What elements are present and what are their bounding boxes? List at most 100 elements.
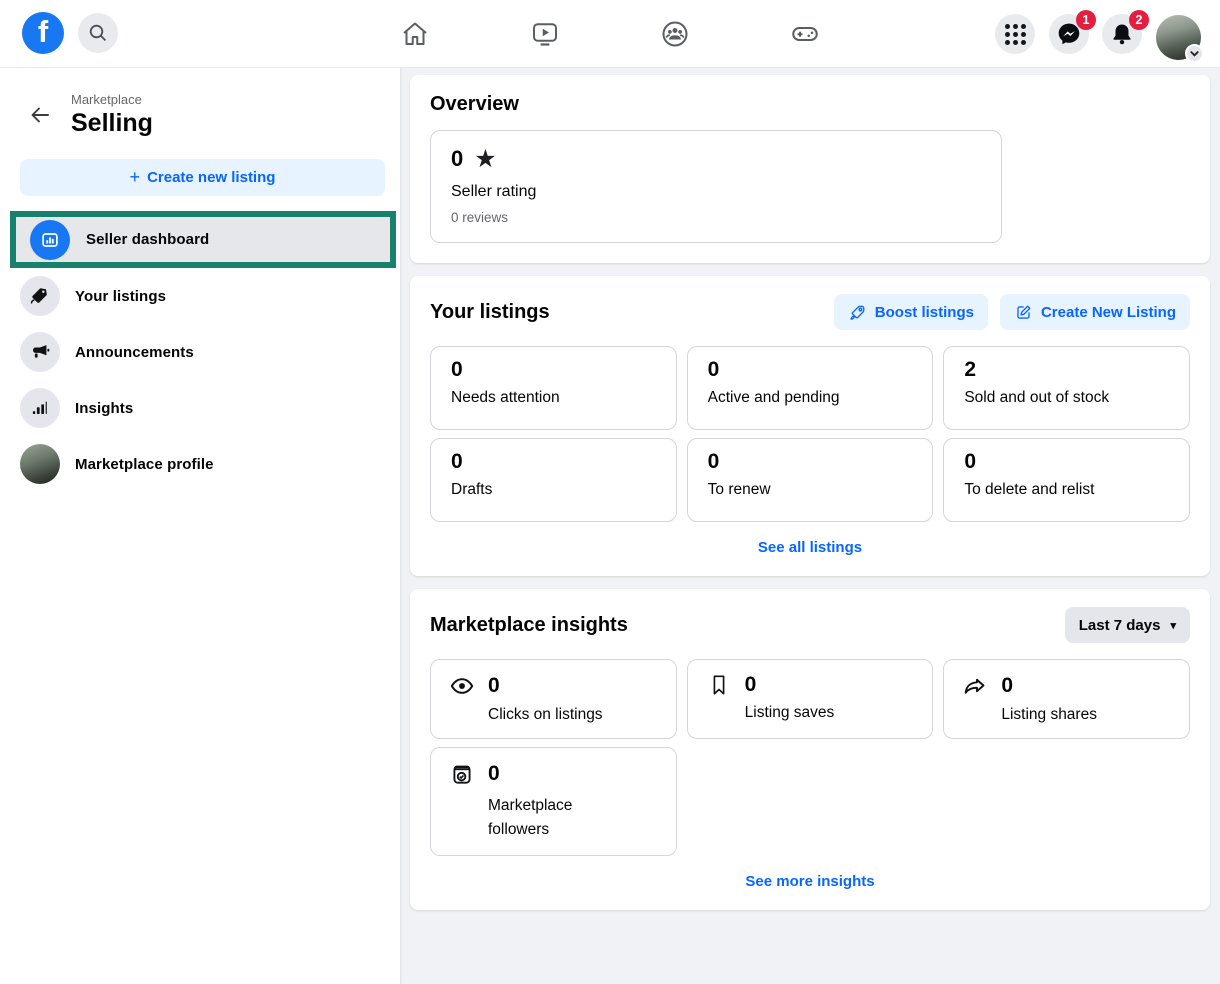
stat-value: 0 [708,450,917,474]
sidebar-item-insights[interactable]: Insights [0,380,400,436]
stat-label: Listing shares [1001,706,1175,724]
breadcrumb: Marketplace [71,92,153,107]
insight-card-clicks[interactable]: 0 Clicks on listings [430,659,677,739]
home-icon [400,19,430,49]
your-listings-title: Your listings [430,301,550,324]
notifications-badge: 2 [1129,10,1149,30]
stat-label: Drafts [451,481,660,499]
create-new-listing-label: Create new listing [147,169,275,186]
compose-icon [1014,303,1033,322]
sidebar-item-label: Your listings [75,288,166,305]
groups-icon [660,19,690,49]
stat-value: 0 [451,358,660,382]
back-button[interactable] [26,101,54,129]
chevron-down-icon [1185,44,1204,63]
stat-card-drafts[interactable]: 0 Drafts [430,438,677,522]
main-content: Overview 0 ★ Seller rating 0 reviews You… [400,68,1220,984]
seller-rating-value: 0 [451,146,463,172]
seller-rating-label: Seller rating [451,183,981,201]
stat-card-needs-attention[interactable]: 0 Needs attention [430,346,677,430]
stat-label: Listing saves [745,704,919,722]
see-all-listings-link[interactable]: See all listings [430,539,1190,556]
sidebar-menu: Seller dashboard Your listings [0,211,400,492]
apps-menu-button[interactable] [995,14,1035,54]
search-icon [87,22,109,44]
rocket-icon [848,303,867,322]
apps-grid-icon [1005,24,1026,45]
boost-listings-label: Boost listings [875,304,974,321]
create-new-listing-button[interactable]: Create New Listing [1000,294,1190,330]
stat-value: 0 [745,673,757,697]
eye-icon [449,673,475,699]
reviews-count: 0 reviews [451,210,981,225]
page-title: Selling [71,109,153,138]
stat-value: 0 [451,450,660,474]
stat-label: Needs attention [451,389,660,407]
plus-icon: + [130,167,141,188]
create-new-listing-sidebar-button[interactable]: + Create new listing [20,159,385,196]
stat-card-to-renew[interactable]: 0 To renew [687,438,934,522]
tab-watch[interactable] [529,18,561,50]
date-range-label: Last 7 days [1079,617,1161,634]
overview-title: Overview [430,93,1190,116]
messenger-button[interactable]: 1 [1049,14,1089,54]
seller-dashboard-icon [30,220,70,260]
sidebar-item-label: Announcements [75,344,194,361]
stat-value: 0 [964,450,1173,474]
notifications-button[interactable]: 2 [1102,14,1142,54]
sidebar-item-your-listings[interactable]: Your listings [0,268,400,324]
insight-card-saves[interactable]: 0 Listing saves [687,659,934,739]
date-range-dropdown[interactable]: Last 7 days ▾ [1065,607,1190,643]
account-avatar[interactable] [1156,15,1201,60]
profile-avatar [20,444,60,484]
back-arrow-icon [28,103,52,127]
stat-value: 2 [964,358,1173,382]
stat-label: Sold and out of stock [964,389,1173,407]
marketplace-sidebar: Marketplace Selling + Create new listing [0,68,400,984]
seller-rating-card[interactable]: 0 ★ Seller rating 0 reviews [430,130,1002,243]
stat-value: 0 [488,674,500,698]
sidebar-header: Marketplace Selling [0,68,400,138]
sidebar-item-announcements[interactable]: Announcements [0,324,400,380]
facebook-marketplace-selling-page: f [0,0,1220,984]
stat-label: Marketplace followers [488,794,606,842]
overview-panel: Overview 0 ★ Seller rating 0 reviews [410,75,1210,263]
your-listings-panel: Your listings Boost listings [410,276,1210,576]
sidebar-item-seller-dashboard[interactable]: Seller dashboard [16,217,390,262]
stat-label: Active and pending [708,389,917,407]
sidebar-item-marketplace-profile[interactable]: Marketplace profile [0,436,400,492]
gaming-icon [790,19,820,49]
star-icon: ★ [474,147,496,172]
insight-card-followers[interactable]: 0 Marketplace followers [430,747,677,856]
insights-title: Marketplace insights [430,614,628,637]
insight-card-shares[interactable]: 0 Listing shares [943,659,1190,739]
search-button[interactable] [78,13,118,53]
messenger-badge: 1 [1076,10,1096,30]
stat-card-active-and-pending[interactable]: 0 Active and pending [687,346,934,430]
sidebar-item-label: Marketplace profile [75,456,214,473]
watch-video-icon [530,19,560,49]
sidebar-item-label: Insights [75,400,133,417]
marketplace-insights-panel: Marketplace insights Last 7 days ▾ [410,589,1210,910]
insights-stats-grid: 0 Clicks on listings 0 Listing saves [430,659,1190,856]
see-more-insights-link[interactable]: See more insights [430,873,1190,890]
megaphone-icon [20,332,60,372]
stat-card-to-delete-and-relist[interactable]: 0 To delete and relist [943,438,1190,522]
caret-down-icon: ▾ [1170,619,1176,632]
tab-gaming[interactable] [789,18,821,50]
sidebar-item-label: Seller dashboard [86,231,209,248]
stat-value: 0 [708,358,917,382]
boost-listings-button[interactable]: Boost listings [834,294,988,330]
selected-item-annotation: Seller dashboard [10,211,396,268]
tab-home[interactable] [399,18,431,50]
top-navigation-bar: f [0,0,1220,68]
tab-groups[interactable] [659,18,691,50]
stat-value: 0 [488,762,500,786]
facebook-logo[interactable]: f [22,12,64,54]
tag-icon [20,276,60,316]
stat-label: To delete and relist [964,481,1173,499]
listing-stats-grid: 0 Needs attention 0 Active and pending 2… [430,346,1190,522]
stat-card-sold-and-out-of-stock[interactable]: 2 Sold and out of stock [943,346,1190,430]
stat-value: 0 [1001,674,1013,698]
create-new-listing-panel-label: Create New Listing [1041,304,1176,321]
